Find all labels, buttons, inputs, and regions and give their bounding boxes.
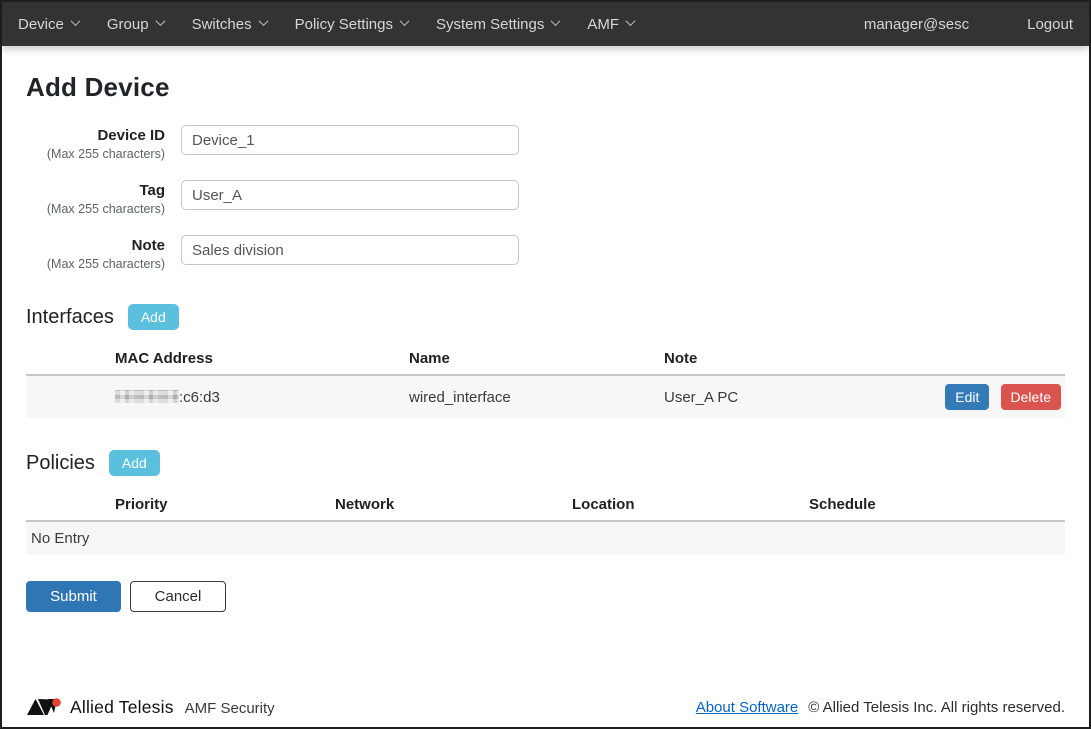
navbar-right: manager@sesc Logout [864, 4, 1073, 45]
footer-brand-block: Allied Telesis AMF Security [26, 696, 275, 718]
tag-field[interactable] [181, 180, 519, 210]
nav-menu-amf[interactable]: AMF [573, 4, 648, 45]
chevron-down-icon [70, 16, 80, 26]
add-policy-button[interactable]: Add [109, 450, 160, 476]
chevron-down-icon [626, 16, 636, 26]
policies-col-schedule: Schedule [809, 490, 1065, 521]
device-id-label-block: Device ID (Max 255 characters) [26, 125, 165, 162]
submit-button[interactable]: Submit [26, 581, 121, 612]
note-label: Note [26, 237, 165, 256]
interfaces-col-name: Name [409, 344, 664, 375]
policies-col-priority: Priority [26, 490, 335, 521]
device-id-hint: (Max 255 characters) [26, 146, 165, 162]
policies-title: Policies [26, 452, 95, 475]
interface-name-cell: wired_interface [409, 375, 664, 418]
interfaces-table: MAC Address Name Note :c6:d3 wired_inter… [26, 344, 1065, 418]
top-navbar: Device Group Switches Policy Settings Sy… [2, 2, 1089, 46]
form-actions: Submit Cancel [26, 581, 1065, 612]
chevron-down-icon [155, 16, 165, 26]
note-field[interactable] [181, 235, 519, 265]
page-footer: Allied Telesis AMF Security About Softwa… [2, 690, 1089, 727]
table-row: :c6:d3 wired_interface User_A PC Edit De… [26, 375, 1065, 418]
brand-name: Allied Telesis [70, 697, 174, 718]
interfaces-title: Interfaces [26, 306, 114, 329]
delete-interface-button[interactable]: Delete [1001, 384, 1061, 410]
nav-menu-group-label: Group [107, 16, 149, 33]
redacted-mac-prefix [115, 390, 179, 403]
form-row-device-id: Device ID (Max 255 characters) [26, 125, 1065, 162]
nav-menu-group[interactable]: Group [93, 4, 178, 45]
policies-col-network: Network [335, 490, 572, 521]
nav-menu-policy-settings[interactable]: Policy Settings [281, 4, 422, 45]
nav-menu-system-settings[interactable]: System Settings [422, 4, 573, 45]
chevron-down-icon [400, 16, 410, 26]
device-id-field[interactable] [181, 125, 519, 155]
note-label-block: Note (Max 255 characters) [26, 235, 165, 272]
form-row-note: Note (Max 255 characters) [26, 235, 1065, 272]
footer-links-block: About Software © Allied Telesis Inc. All… [696, 699, 1065, 716]
interface-mac-cell: :c6:d3 [26, 375, 409, 418]
allied-telesis-logo-icon [26, 696, 62, 718]
chevron-down-icon [258, 16, 268, 26]
interfaces-col-actions [907, 344, 1065, 375]
product-name: AMF Security [185, 697, 275, 717]
table-row: No Entry [26, 521, 1065, 555]
tag-label: Tag [26, 182, 165, 201]
nav-menu-system-settings-label: System Settings [436, 16, 544, 33]
tag-label-block: Tag (Max 255 characters) [26, 180, 165, 217]
note-hint: (Max 255 characters) [26, 256, 165, 272]
policies-empty-message: No Entry [26, 521, 1065, 555]
interfaces-section-header: Interfaces Add [26, 304, 1065, 330]
nav-menu-device-label: Device [18, 16, 64, 33]
logged-in-user: manager@sesc [864, 4, 969, 45]
interfaces-col-mac-address: MAC Address [26, 344, 409, 375]
nav-menu-policy-settings-label: Policy Settings [295, 16, 393, 33]
policies-header-row: Priority Network Location Schedule [26, 490, 1065, 521]
about-software-link[interactable]: About Software [696, 699, 799, 716]
copyright-text: © Allied Telesis Inc. All rights reserve… [808, 699, 1065, 716]
interfaces-col-note: Note [664, 344, 907, 375]
nav-menu-switches-label: Switches [192, 16, 252, 33]
interfaces-header-row: MAC Address Name Note [26, 344, 1065, 375]
page-title: Add Device [26, 72, 1065, 103]
interface-note-cell: User_A PC [664, 375, 907, 418]
chevron-down-icon [551, 16, 561, 26]
cancel-button[interactable]: Cancel [130, 581, 226, 612]
policies-col-location: Location [572, 490, 809, 521]
interface-actions-cell: Edit Delete [907, 375, 1065, 418]
nav-menu-device[interactable]: Device [18, 4, 93, 45]
form-row-tag: Tag (Max 255 characters) [26, 180, 1065, 217]
interface-mac-suffix: :c6:d3 [179, 389, 220, 406]
policies-section-header: Policies Add [26, 450, 1065, 476]
logout-button[interactable]: Logout [1027, 4, 1073, 45]
nav-menu-amf-label: AMF [587, 16, 619, 33]
nav-menu-switches[interactable]: Switches [178, 4, 281, 45]
main-content: Add Device Device ID (Max 255 characters… [2, 46, 1089, 690]
tag-hint: (Max 255 characters) [26, 201, 165, 217]
device-id-label: Device ID [26, 127, 165, 146]
add-interface-button[interactable]: Add [128, 304, 179, 330]
edit-interface-button[interactable]: Edit [945, 384, 989, 410]
policies-table: Priority Network Location Schedule No En… [26, 490, 1065, 555]
